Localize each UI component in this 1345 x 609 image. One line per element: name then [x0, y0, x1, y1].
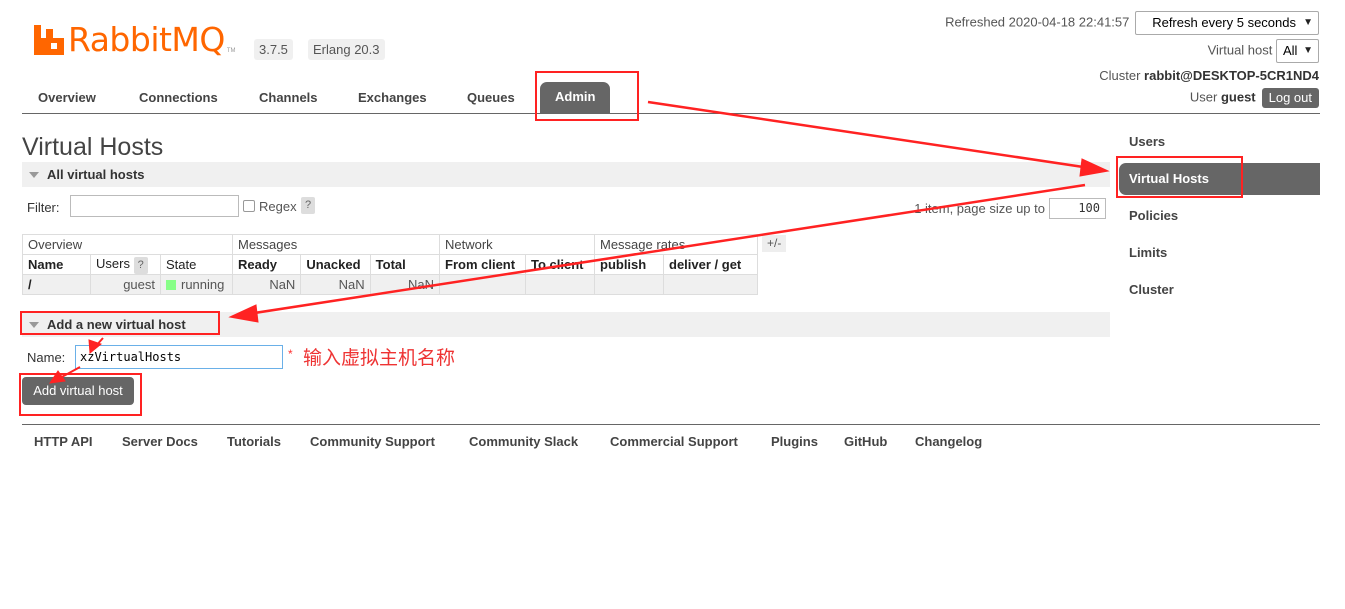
refresh-row: Refreshed 2020-04-18 22:41:57 Refresh ev… [945, 11, 1319, 35]
cell-publish [594, 274, 664, 295]
version-badge: 3.7.5 [254, 39, 293, 60]
col-from-client[interactable]: From client [439, 254, 526, 275]
column-toggle-button[interactable]: +/- [762, 235, 787, 252]
tab-channels[interactable]: Channels [259, 90, 318, 105]
all-vhosts-section-toggle[interactable]: All virtual hosts [22, 162, 1110, 187]
table-row: / guest running NaN NaN NaN [22, 274, 758, 295]
cell-users: guest [90, 274, 161, 295]
page-size-input[interactable]: 100 [1049, 198, 1106, 219]
main-nav-tabs: Overview Connections Channels Exchanges … [22, 80, 1320, 114]
regex-label: Regex [259, 199, 297, 214]
required-mark: * [288, 347, 293, 361]
cell-ready: NaN [231, 274, 302, 295]
sidebar-item-policies[interactable]: Policies [1119, 200, 1320, 232]
dropdown-arrow-icon: ▼ [1303, 17, 1313, 28]
vhosts-table: Overview Messages Network Message rates … [22, 234, 758, 295]
filter-label: Filter: [27, 200, 60, 215]
col-deliver-get[interactable]: deliver / get [663, 254, 758, 275]
rabbitmq-logo: RabbitMQ TM [34, 22, 236, 58]
collapse-triangle-icon [29, 172, 39, 178]
footer-link-commercial-support[interactable]: Commercial Support [610, 434, 738, 449]
table-group-header-row: Overview Messages Network Message rates [22, 234, 758, 255]
annotation-box-admin-tab [535, 71, 639, 121]
sidebar-item-users[interactable]: Users [1119, 126, 1320, 158]
name-label: Name: [27, 350, 66, 365]
regex-checkbox[interactable] [243, 200, 255, 212]
annotation-note: 输入虚拟主机名称 [303, 348, 456, 369]
regex-help-button[interactable]: ? [301, 197, 316, 214]
vhost-name-link[interactable]: / [22, 274, 91, 295]
table-column-header-row: Name Users ? State Ready Unacked Total F… [22, 254, 758, 275]
tab-queues[interactable]: Queues [467, 90, 515, 105]
footer-link-tutorials[interactable]: Tutorials [227, 434, 281, 449]
footer-link-server-docs[interactable]: Server Docs [122, 434, 198, 449]
section-title: All virtual hosts [47, 167, 145, 182]
col-users[interactable]: Users ? [90, 254, 161, 275]
col-total[interactable]: Total [369, 254, 441, 275]
cell-total: NaN [369, 274, 441, 295]
footer-link-community-support[interactable]: Community Support [310, 434, 435, 449]
footer-link-changelog[interactable]: Changelog [915, 434, 982, 449]
col-state[interactable]: State [160, 254, 233, 275]
group-header-message-rates: Message rates [594, 234, 758, 255]
virtual-host-select[interactable]: All ▼ [1276, 39, 1319, 63]
col-name[interactable]: Name [22, 254, 91, 275]
sidebar-item-cluster[interactable]: Cluster [1119, 274, 1320, 306]
running-status-icon [166, 280, 176, 290]
filter-input[interactable] [70, 195, 239, 217]
annotation-box-add-section [20, 311, 220, 335]
users-help-button[interactable]: ? [133, 256, 148, 274]
sidebar-item-limits[interactable]: Limits [1119, 237, 1320, 269]
cell-unacked: NaN [300, 274, 371, 295]
group-header-messages: Messages [232, 234, 440, 255]
footer-link-github[interactable]: GitHub [844, 434, 887, 449]
annotation-box-virtual-hosts [1116, 156, 1243, 198]
rabbit-logo-icon [34, 25, 64, 55]
dropdown-arrow-icon: ▼ [1303, 45, 1313, 56]
cell-deliver-get [663, 274, 758, 295]
paging-text: 1 item, page size up to [914, 201, 1045, 216]
tab-overview[interactable]: Overview [38, 90, 96, 105]
col-to-client[interactable]: To client [525, 254, 595, 275]
group-header-network: Network [439, 234, 595, 255]
col-publish[interactable]: publish [594, 254, 664, 275]
col-unacked[interactable]: Unacked [300, 254, 371, 275]
erlang-version-badge: Erlang 20.3 [308, 39, 385, 60]
col-ready[interactable]: Ready [231, 254, 302, 275]
cell-to-client [525, 274, 595, 295]
vhost-select-label: Virtual host [1207, 42, 1273, 58]
refresh-interval-select[interactable]: Refresh every 5 seconds ▼ [1135, 11, 1319, 35]
logo-trademark: TM [226, 48, 236, 54]
cell-from-client [439, 274, 526, 295]
footer-link-community-slack[interactable]: Community Slack [469, 434, 578, 449]
page-title: Virtual Hosts [22, 133, 164, 161]
logo-text: RabbitMQ [68, 20, 225, 59]
tab-exchanges[interactable]: Exchanges [358, 90, 427, 105]
vhost-row: Virtual host All ▼ [1208, 39, 1319, 63]
footer-link-http-api[interactable]: HTTP API [34, 434, 93, 449]
refreshed-timestamp: Refreshed 2020-04-18 22:41:57 [945, 14, 1130, 30]
cell-state: running [160, 274, 233, 295]
annotation-box-add-button [19, 373, 142, 416]
vhost-name-input[interactable]: xzVirtualHosts [75, 345, 283, 369]
group-header-overview: Overview [22, 234, 233, 255]
tab-connections[interactable]: Connections [139, 90, 218, 105]
footer-links: HTTP API Server Docs Tutorials Community… [22, 424, 1320, 464]
footer-link-plugins[interactable]: Plugins [771, 434, 818, 449]
